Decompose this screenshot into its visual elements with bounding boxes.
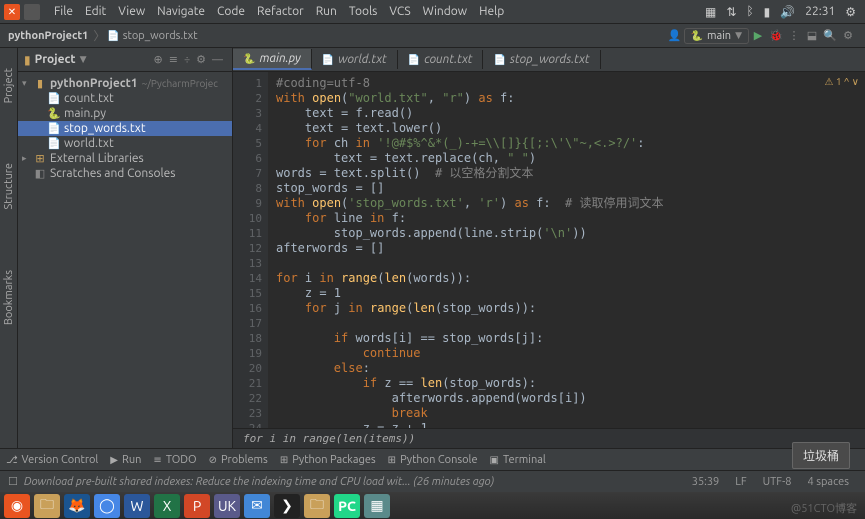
tree-file[interactable]: 📄count.txt — [18, 91, 232, 106]
editor-area: 🐍main.py📄world.txt📄count.txt📄stop_words.… — [233, 48, 865, 448]
hide-icon[interactable]: — — [209, 54, 226, 66]
editor-tab[interactable]: 📄stop_words.txt — [483, 50, 600, 69]
window-min-button[interactable] — [24, 4, 40, 20]
bottom-tab-todo[interactable]: ≡TODO — [153, 454, 196, 466]
tree-root[interactable]: ▾▮ pythonProject1 ~/PycharmProjec — [18, 76, 232, 91]
menu-refactor[interactable]: Refactor — [251, 5, 310, 18]
sidebar-tab-project[interactable]: Project — [3, 68, 15, 103]
python-icon: 🐍 — [691, 30, 703, 42]
status-message[interactable]: Download pre-built shared indexes: Reduc… — [24, 476, 684, 488]
left-tool-strip: Project Structure Bookmarks — [0, 48, 18, 448]
app-icon[interactable]: ▦ — [364, 494, 390, 518]
collapse-icon[interactable]: ÷ — [181, 54, 193, 66]
menu-help[interactable]: Help — [473, 5, 510, 18]
line-separator[interactable]: LF — [735, 476, 746, 488]
run-button[interactable]: ▶ — [749, 27, 767, 45]
project-panel-title[interactable]: ▮Project ▼ — [24, 53, 151, 67]
sidebar-tab-bookmarks[interactable]: Bookmarks — [3, 270, 15, 325]
battery-icon[interactable]: ▮ — [759, 5, 776, 19]
inspection-indicator[interactable]: ⚠ 1 ^ ∨ — [825, 76, 859, 88]
debug-button[interactable]: 🐞 — [767, 27, 785, 45]
menu-file[interactable]: File — [48, 5, 79, 18]
tree-external-libraries[interactable]: ▸⊞ External Libraries — [18, 151, 232, 166]
chevron-down-icon: ▼ — [735, 30, 742, 41]
gutter[interactable]: 1234567891011121314151617181920212223242… — [233, 72, 268, 428]
bottom-tab-version-control[interactable]: ⎇Version Control — [6, 454, 98, 466]
files-icon[interactable]: 🗀 — [34, 494, 60, 518]
breadcrumb-project[interactable]: pythonProject1 — [8, 30, 88, 42]
volume-icon[interactable]: 🔊 — [775, 5, 800, 19]
breadcrumb-file[interactable]: stop_words.txt — [123, 30, 198, 42]
tooltip: 垃圾桶 — [792, 442, 850, 469]
menu-vcs[interactable]: VCS — [383, 5, 416, 18]
bottom-tab-run[interactable]: ▶Run — [110, 454, 141, 466]
indicator-icon[interactable]: ▦ — [700, 5, 721, 19]
run-config-label: main — [707, 30, 731, 42]
menu-window[interactable]: Window — [417, 5, 473, 18]
bottom-tab-terminal[interactable]: ▣Terminal — [490, 454, 546, 466]
tree-file[interactable]: 📄world.txt — [18, 136, 232, 151]
editor-tabs: 🐍main.py📄world.txt📄count.txt📄stop_words.… — [233, 48, 865, 72]
bottom-tool-strip: ⎇Version Control ▶Run ≡TODO ⊘Problems ⊞Pytho… — [0, 448, 865, 470]
project-tool-window: ▮Project ▼ ⊕ ≡ ÷ ⚙ — ▾▮ pythonProject1 ~… — [18, 48, 233, 448]
tree-file[interactable]: 📄stop_words.txt — [18, 121, 232, 136]
firefox-icon[interactable]: 🦊 — [64, 494, 90, 518]
settings-button[interactable]: ⚙ — [839, 27, 857, 45]
software-center-icon[interactable]: UK — [214, 494, 240, 518]
settings-icon[interactable]: ⚙ — [840, 5, 861, 19]
watermark: @51CTO博客 — [791, 500, 857, 516]
run-config-selector[interactable]: 🐍 main ▼ — [684, 28, 749, 44]
menu-code[interactable]: Code — [211, 5, 251, 18]
folder-icon[interactable]: 🗀 — [304, 494, 330, 518]
file-encoding[interactable]: UTF-8 — [763, 476, 792, 488]
tree-scratches[interactable]: ◧ Scratches and Consoles — [18, 166, 232, 181]
status-bar: ☐ Download pre-built shared indexes: Red… — [0, 470, 865, 492]
mail-icon[interactable]: ✉ — [244, 494, 270, 518]
editor-tab[interactable]: 📄count.txt — [398, 50, 484, 69]
locate-icon[interactable]: ⊕ — [151, 53, 166, 66]
system-menubar: ✕ FileEditViewNavigateCodeRefactorRunToo… — [0, 0, 865, 24]
expand-icon[interactable]: ≡ — [166, 53, 181, 66]
user-icon[interactable]: 👤 — [666, 27, 684, 45]
word-icon[interactable]: W — [124, 494, 150, 518]
indent-info[interactable]: 4 spaces — [807, 476, 849, 488]
window-close-button[interactable]: ✕ — [4, 4, 20, 20]
bottom-tab-problems[interactable]: ⊘Problems — [209, 454, 268, 466]
powerpoint-icon[interactable]: P — [184, 494, 210, 518]
pycharm-icon[interactable]: PC — [334, 494, 360, 518]
menu-edit[interactable]: Edit — [79, 5, 112, 18]
editor-tab[interactable]: 📄world.txt — [312, 50, 398, 69]
file-icon: 📄 — [107, 30, 119, 42]
menu-tools[interactable]: Tools — [343, 5, 384, 18]
more-run-button[interactable]: ⋮ — [785, 27, 803, 45]
clock[interactable]: 22:31 — [800, 5, 840, 18]
bottom-tab-python-packages[interactable]: ⊞Python Packages — [280, 454, 376, 466]
bluetooth-icon[interactable]: ᛒ — [741, 5, 758, 18]
tree-file[interactable]: 🐍main.py — [18, 106, 232, 121]
ubuntu-launcher-icon[interactable]: ◉ — [4, 494, 30, 518]
editor-breadcrumb[interactable]: for i in range(len(items)) — [233, 428, 865, 448]
caret-position[interactable]: 35:39 — [692, 476, 720, 488]
chromium-icon[interactable]: ◯ — [94, 494, 120, 518]
sidebar-tab-structure[interactable]: Structure — [3, 163, 15, 210]
menu-run[interactable]: Run — [310, 5, 343, 18]
project-tree: ▾▮ pythonProject1 ~/PycharmProjec 📄count… — [18, 72, 232, 185]
build-button[interactable]: ⬓ — [803, 27, 821, 45]
editor-tab[interactable]: 🐍main.py — [233, 49, 312, 70]
ide-toolbar: pythonProject1 〉 📄 stop_words.txt 👤 🐍 ma… — [0, 24, 865, 48]
terminal-icon[interactable]: ❯ — [274, 494, 300, 518]
status-icon[interactable]: ☐ — [8, 475, 18, 488]
excel-icon[interactable]: X — [154, 494, 180, 518]
gear-icon[interactable]: ⚙ — [193, 53, 209, 66]
network-icon[interactable]: ⇅ — [721, 5, 741, 19]
menu-view[interactable]: View — [112, 5, 151, 18]
search-everywhere-button[interactable]: 🔍 — [821, 27, 839, 45]
os-taskbar: ◉ 🗀 🦊 ◯ W X P UK ✉ ❯ 🗀 PC ▦ — [0, 492, 865, 519]
code-editor[interactable]: #coding=utf-8 with open("world.txt", "r"… — [268, 72, 865, 428]
menu-navigate[interactable]: Navigate — [151, 5, 211, 18]
bottom-tab-python-console[interactable]: ⊞Python Console — [388, 454, 478, 466]
